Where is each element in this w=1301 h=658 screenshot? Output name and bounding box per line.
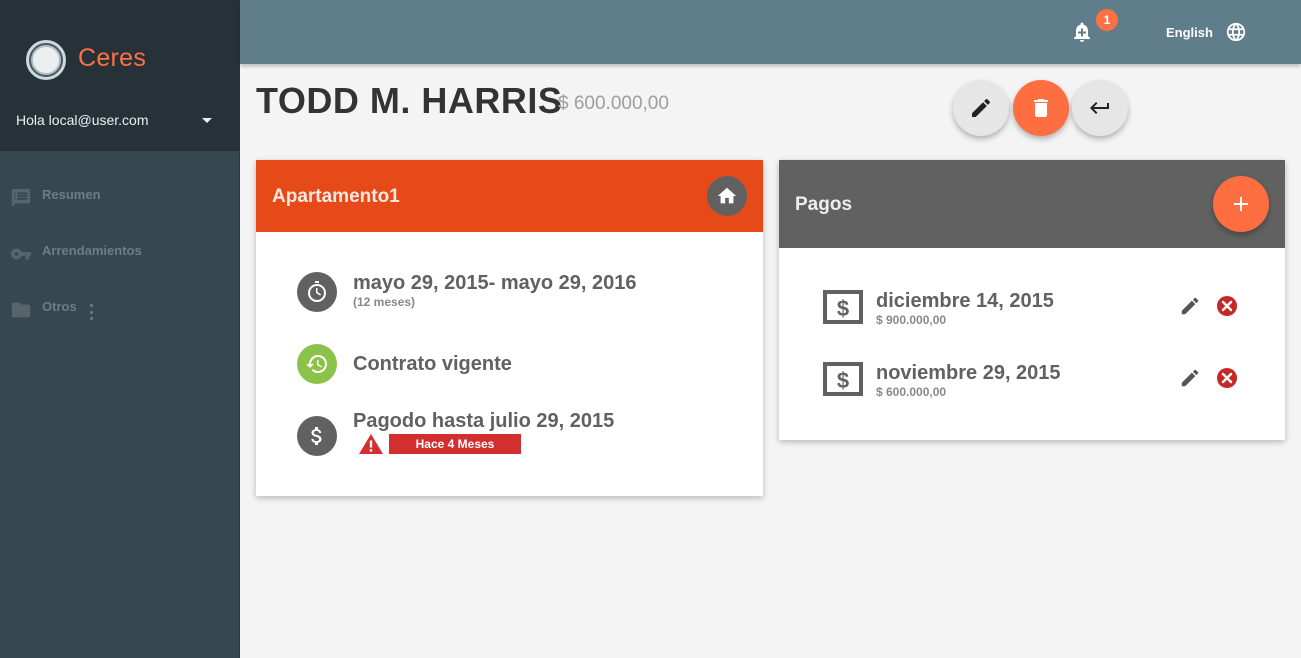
paid-until: Pagodo hasta julio 29, 2015 xyxy=(353,410,615,432)
sidebar-header: Ceres Hola local@user.com xyxy=(0,0,239,151)
pencil-icon xyxy=(972,98,991,117)
more-vert-icon[interactable] xyxy=(90,304,94,320)
edit-tenant-button[interactable] xyxy=(953,80,1009,136)
overdue-badge: Hace 4 Meses xyxy=(389,434,521,454)
dollar-icon xyxy=(297,416,337,456)
sidebar-nav: Resumen Arrendamientos Otros xyxy=(0,170,239,338)
pencil-icon xyxy=(1181,369,1199,387)
payments-card: Pagos $ diciembre 14, 2015 $ 900.000,00 … xyxy=(779,160,1285,440)
user-greeting: Hola local@user.com xyxy=(16,112,149,128)
plus-icon xyxy=(1234,197,1248,211)
property-title: Apartamento1 xyxy=(272,186,400,207)
svg-text:$: $ xyxy=(837,368,849,393)
history-icon xyxy=(297,344,337,384)
edit-payment-button[interactable] xyxy=(1179,367,1201,389)
back-button[interactable] xyxy=(1072,80,1128,136)
money-bill-icon: $ xyxy=(823,362,863,396)
key-icon xyxy=(10,248,32,260)
sidebar-item-arrendamientos[interactable]: Arrendamientos xyxy=(0,226,239,282)
lease-duration: (12 meses) xyxy=(353,295,416,309)
user-menu[interactable]: Hola local@user.com xyxy=(16,110,224,130)
money-bill-icon: $ xyxy=(823,290,863,324)
sidebar-item-label: Arrendamientos xyxy=(42,242,142,258)
property-card: Apartamento1 mayo 29, 2015- mayo 29, 201… xyxy=(256,160,763,496)
return-arrow-icon xyxy=(1090,102,1109,114)
sidebar-item-label: Resumen xyxy=(42,186,101,202)
notification-badge: 1 xyxy=(1096,9,1118,31)
payment-item: $ noviembre 29, 2015 $ 600.000,00 xyxy=(823,362,1243,402)
delete-payment-icon[interactable] xyxy=(1216,367,1238,389)
sidebar: Ceres Hola local@user.com Resumen Arrend… xyxy=(0,0,240,658)
contract-status: Contrato vigente xyxy=(353,353,512,375)
payment-date: diciembre 14, 2015 xyxy=(876,290,1054,312)
lease-period: mayo 29, 2015- mayo 29, 2016 xyxy=(353,272,637,294)
ceres-logo-icon xyxy=(26,40,66,80)
globe-icon xyxy=(1226,22,1246,42)
language-label: English xyxy=(1166,24,1213,40)
edit-payment-button[interactable] xyxy=(1179,295,1201,317)
sidebar-item-label: Otros xyxy=(42,298,77,314)
timer-icon xyxy=(297,272,337,312)
notification-bell-icon[interactable] xyxy=(1070,20,1094,44)
home-icon xyxy=(717,187,737,204)
folder-icon xyxy=(11,302,31,318)
payment-item: $ diciembre 14, 2015 $ 900.000,00 xyxy=(823,290,1243,330)
language-selector[interactable]: English xyxy=(1166,20,1247,44)
pencil-icon xyxy=(1181,297,1199,315)
payments-card-header: Pagos xyxy=(779,160,1285,248)
warning-icon xyxy=(359,434,383,454)
home-button[interactable] xyxy=(707,176,747,216)
payments-title: Pagos xyxy=(795,194,853,215)
tenant-amount: $ 600.000,00 xyxy=(558,93,669,114)
top-bar: 1 English xyxy=(240,0,1301,64)
chevron-down-icon xyxy=(202,117,212,123)
delete-tenant-button[interactable] xyxy=(1013,80,1069,136)
svg-text:$: $ xyxy=(837,296,849,321)
brand-name: Ceres xyxy=(78,44,147,72)
tenant-name: TODD M. HARRIS xyxy=(256,80,563,121)
payment-amount: $ 600.000,00 xyxy=(876,385,947,399)
trash-icon xyxy=(1034,99,1048,117)
payment-amount: $ 900.000,00 xyxy=(876,313,947,327)
payment-date: noviembre 29, 2015 xyxy=(876,362,1061,384)
list-icon xyxy=(11,188,31,208)
sidebar-item-otros[interactable]: Otros xyxy=(0,282,239,338)
property-card-header: Apartamento1 xyxy=(256,160,763,232)
sidebar-item-resumen[interactable]: Resumen xyxy=(0,170,239,226)
add-payment-button[interactable] xyxy=(1213,176,1269,232)
delete-payment-icon[interactable] xyxy=(1216,295,1238,317)
